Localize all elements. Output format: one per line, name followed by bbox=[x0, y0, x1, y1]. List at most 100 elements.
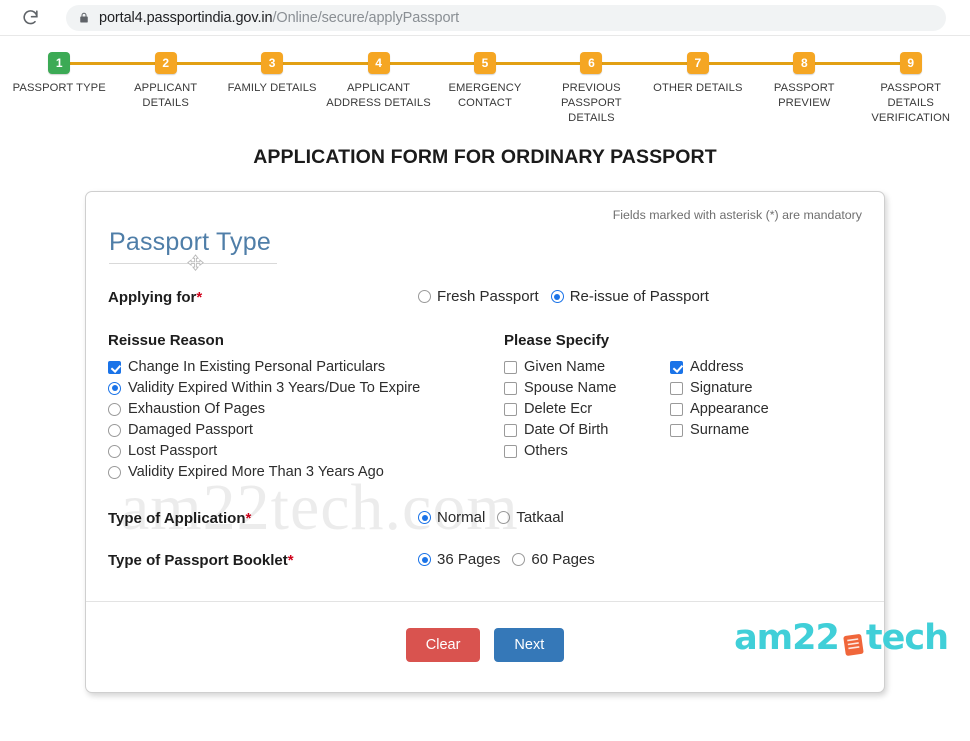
stepper-step-7[interactable]: 7 OTHER DETAILS bbox=[645, 52, 751, 96]
please-specify-option[interactable]: Appearance bbox=[670, 401, 836, 417]
stepper-track: 1 PASSPORT TYPE 2 APPLICANT DETAILS 3 FAMILY … bbox=[6, 52, 964, 126]
radio-button[interactable] bbox=[108, 402, 121, 416]
reissue-reason-option[interactable]: Exhaustion Of Pages bbox=[108, 401, 504, 417]
reissue-reason-option[interactable]: Lost Passport bbox=[108, 443, 504, 459]
lock-icon bbox=[78, 11, 90, 25]
radio-button[interactable] bbox=[108, 444, 121, 458]
type-of-booklet-option[interactable]: 60 Pages bbox=[512, 551, 595, 568]
reissue-reason-option-label: Validity Expired More Than 3 Years Ago bbox=[128, 464, 384, 480]
type-of-booklet-options: 36 Pages 60 Pages bbox=[418, 551, 862, 568]
radio-button[interactable] bbox=[497, 511, 511, 524]
applying-for-row: Applying for* Fresh Passport Re-issue of … bbox=[108, 288, 862, 306]
please-specify-option-label: Signature bbox=[690, 380, 753, 396]
stepper-label: PREVIOUS PASSPORT DETAILS bbox=[561, 82, 622, 124]
stepper-step-6[interactable]: 6 PREVIOUS PASSPORT DETAILS bbox=[538, 52, 644, 126]
stepper-badge: 1 bbox=[48, 52, 71, 74]
page-title: APPLICATION FORM FOR ORDINARY PASSPORT bbox=[253, 146, 717, 168]
clear-button[interactable]: Clear bbox=[405, 628, 481, 663]
reissue-reason-option[interactable]: Validity Expired More Than 3 Years Ago bbox=[108, 464, 504, 480]
checkbox[interactable] bbox=[504, 423, 517, 437]
required-asterisk: * bbox=[287, 552, 294, 569]
stepper-step-3[interactable]: 3 FAMILY DETAILS bbox=[219, 52, 325, 96]
type-of-booklet-option[interactable]: 36 Pages bbox=[418, 551, 500, 568]
please-specify-option[interactable]: Signature bbox=[670, 380, 836, 396]
stepper-step-9[interactable]: 9 PASSPORT DETAILS VERIFICATION bbox=[858, 52, 964, 126]
stepper-step-4[interactable]: 4 APPLICANT ADDRESS DETAILS bbox=[325, 52, 431, 111]
logo-text-left: am22 bbox=[734, 618, 840, 658]
book-icon bbox=[838, 624, 866, 656]
next-button[interactable]: Next bbox=[494, 628, 565, 663]
checkbox[interactable] bbox=[504, 444, 517, 458]
type-of-application-label: Type of Application* bbox=[108, 509, 418, 527]
please-specify-left-column: Given Name Spouse Name Delete Ecr Date Of B… bbox=[504, 359, 670, 464]
radio-button[interactable] bbox=[550, 290, 564, 303]
reissue-reason-option-label: Validity Expired Within 3 Years/Due To E… bbox=[128, 380, 421, 396]
stepper-label: PASSPORT TYPE bbox=[12, 82, 106, 94]
url-text: portal4.passportindia.gov.in/Online/secu… bbox=[99, 10, 459, 26]
stepper-badge: 5 bbox=[473, 52, 496, 74]
stepper-badge: 8 bbox=[793, 52, 816, 74]
applying-for-option[interactable]: Re-issue of Passport bbox=[550, 288, 709, 305]
checkbox[interactable] bbox=[504, 402, 517, 416]
type-of-booklet-row: Type of Passport Booklet* 36 Pages 60 Pag… bbox=[108, 551, 862, 569]
stepper-step-2[interactable]: 2 APPLICANT DETAILS bbox=[112, 52, 218, 111]
type-of-application-option[interactable]: Tatkaal bbox=[497, 509, 564, 526]
type-of-application-options: Normal Tatkaal bbox=[418, 509, 862, 526]
stepper-label: OTHER DETAILS bbox=[653, 82, 743, 94]
please-specify-option[interactable]: Spouse Name bbox=[504, 380, 670, 396]
stepper-badge: 3 bbox=[261, 52, 284, 74]
stepper-step-8[interactable]: 8 PASSPORT PREVIEW bbox=[751, 52, 857, 111]
stepper-label: FAMILY DETAILS bbox=[227, 82, 317, 94]
applying-for-options: Fresh Passport Re-issue of Passport bbox=[418, 288, 862, 305]
radio-button[interactable] bbox=[108, 465, 121, 479]
reissue-reason-option-label: Exhaustion Of Pages bbox=[128, 401, 266, 417]
checkbox[interactable] bbox=[504, 360, 517, 374]
checkbox[interactable] bbox=[670, 402, 683, 416]
reissue-reason-option[interactable]: Validity Expired Within 3 Years/Due To E… bbox=[108, 380, 504, 396]
radio-button[interactable] bbox=[418, 511, 431, 524]
browser-toolbar: portal4.passportindia.gov.in/Online/secu… bbox=[0, 0, 970, 36]
reissue-reason-list: Change In Existing Personal Particulars V… bbox=[108, 359, 504, 480]
checkbox[interactable] bbox=[670, 423, 683, 437]
please-specify-option-label: Date Of Birth bbox=[524, 422, 609, 438]
applying-for-label-text: Applying for bbox=[108, 289, 197, 306]
stepper-badge: 6 bbox=[580, 52, 603, 74]
checkbox[interactable] bbox=[108, 360, 121, 374]
please-specify-option[interactable]: Date Of Birth bbox=[504, 422, 670, 438]
reissue-reason-option[interactable]: Damaged Passport bbox=[108, 422, 504, 438]
type-of-booklet-label: Type of Passport Booklet* bbox=[108, 551, 418, 569]
reissue-reason-option[interactable]: Change In Existing Personal Particulars bbox=[108, 359, 504, 375]
please-specify-option-label: Given Name bbox=[524, 359, 606, 375]
type-of-application-option[interactable]: Normal bbox=[418, 509, 485, 526]
please-specify-option[interactable]: Others bbox=[504, 443, 670, 459]
radio-button[interactable] bbox=[512, 553, 526, 566]
checkbox[interactable] bbox=[670, 381, 683, 395]
applying-for-option[interactable]: Fresh Passport bbox=[418, 288, 539, 305]
radio-button[interactable] bbox=[108, 423, 121, 437]
please-specify-option-label: Surname bbox=[690, 422, 750, 438]
mandatory-note: Fields marked with asterisk (*) are mand… bbox=[612, 208, 862, 222]
move-cursor-icon bbox=[185, 253, 206, 274]
checkbox[interactable] bbox=[670, 360, 683, 374]
please-specify-option[interactable]: Delete Ecr bbox=[504, 401, 670, 417]
stepper-label: APPLICANT ADDRESS DETAILS bbox=[326, 82, 431, 109]
radio-button[interactable] bbox=[418, 290, 431, 303]
please-specify-right-column: Address Signature Appearance Surname bbox=[670, 359, 836, 464]
am22tech-logo: am22 tech bbox=[734, 618, 949, 658]
heading-divider bbox=[109, 254, 277, 272]
url-host: portal4.passportindia.gov.in bbox=[99, 9, 273, 26]
please-specify-option[interactable]: Given Name bbox=[504, 359, 670, 375]
please-specify-option[interactable]: Address bbox=[670, 359, 836, 375]
reload-icon[interactable] bbox=[16, 4, 44, 32]
please-specify-option[interactable]: Surname bbox=[670, 422, 836, 438]
stepper-step-5[interactable]: 5 EMERGENCY CONTACT bbox=[432, 52, 538, 111]
type-of-booklet-option-label: 60 Pages bbox=[531, 551, 595, 568]
stepper-step-1[interactable]: 1 PASSPORT TYPE bbox=[6, 52, 112, 96]
radio-button[interactable] bbox=[108, 381, 121, 395]
radio-button[interactable] bbox=[418, 553, 431, 566]
checkbox[interactable] bbox=[504, 381, 517, 395]
stepper-badge: 2 bbox=[154, 52, 177, 74]
address-bar[interactable]: portal4.passportindia.gov.in/Online/secu… bbox=[66, 4, 946, 31]
progress-stepper: 1 PASSPORT TYPE 2 APPLICANT DETAILS 3 FAMILY … bbox=[0, 52, 970, 124]
stepper-badge: 9 bbox=[899, 52, 922, 74]
